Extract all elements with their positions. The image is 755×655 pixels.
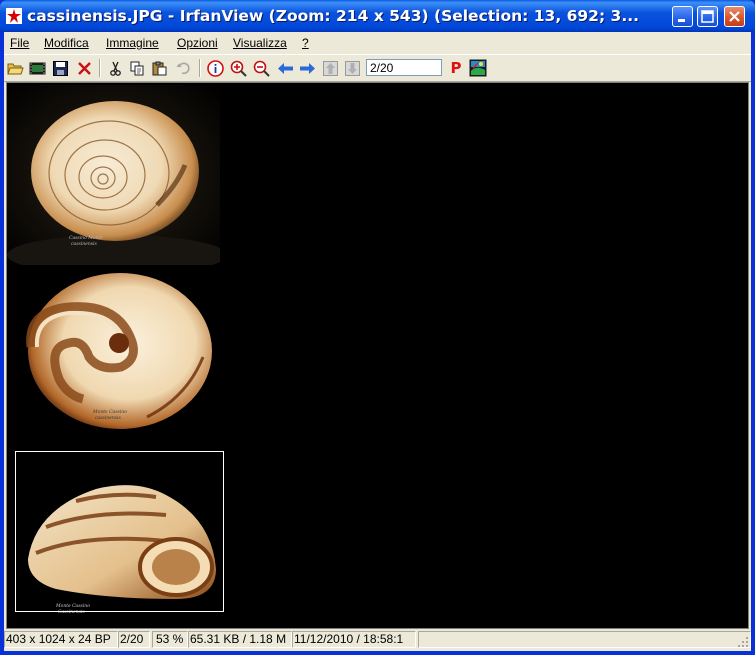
last-file-icon[interactable] — [343, 59, 361, 77]
file-index-field[interactable] — [366, 59, 442, 76]
copy-icon[interactable] — [128, 59, 146, 77]
menu-help[interactable]: ? — [302, 36, 309, 50]
image-viewport[interactable]: Cassino Monte cassinensis Monte Cassino — [6, 82, 749, 629]
status-bar: 403 x 1024 x 24 BP 2/20 53 % 65.31 KB / … — [4, 630, 751, 650]
cut-icon[interactable] — [106, 59, 124, 77]
next-arrow-icon[interactable] — [298, 59, 316, 77]
caption-middle-line1: Monte Cassino — [92, 409, 127, 415]
menu-help-label: ? — [302, 36, 309, 50]
caption-middle-line2: cassinensis — [95, 415, 121, 421]
close-button[interactable] — [724, 6, 745, 27]
status-zoom: 53 % — [152, 631, 188, 648]
menu-opzioni-label: Opzioni — [177, 36, 218, 50]
irfanview-window: cassinensis.JPG - IrfanView (Zoom: 214 x… — [0, 0, 755, 655]
menu-file-label: File — [10, 36, 30, 50]
menu-modifica-label: Modifica — [44, 36, 89, 50]
status-file-size: 65.31 KB / 1.18 M — [188, 631, 292, 648]
close-icon — [729, 11, 740, 22]
first-file-icon[interactable] — [321, 59, 339, 77]
print-icon[interactable]: P — [447, 59, 465, 77]
menu-visualizza-label: Visualizza — [233, 36, 287, 50]
menu-opzioni[interactable]: Opzioni — [177, 36, 218, 50]
menu-file[interactable]: File — [10, 36, 29, 50]
selection-rectangle[interactable] — [15, 451, 224, 612]
thumbnails-icon[interactable] — [28, 59, 46, 77]
irfanview-logo-icon[interactable] — [469, 59, 487, 77]
toolbar-separator — [199, 59, 201, 77]
minimize-button[interactable] — [672, 6, 693, 27]
paste-icon[interactable] — [150, 59, 168, 77]
caption-top-line2: cassinensis — [71, 241, 97, 247]
irfanview-app-icon[interactable] — [6, 8, 22, 24]
previous-arrow-icon[interactable] — [276, 59, 294, 77]
status-empty-panel — [418, 631, 751, 648]
zoom-in-icon[interactable] — [229, 59, 247, 77]
minimize-icon — [678, 19, 685, 22]
menu-bar: File Modifica Immagine Opzioni Visualizz… — [4, 32, 751, 52]
window-title: cassinensis.JPG - IrfanView (Zoom: 214 x… — [27, 7, 640, 25]
menu-modifica[interactable]: Modifica — [44, 36, 89, 50]
zoom-out-icon[interactable] — [252, 59, 270, 77]
shell-photo-top: Cassino Monte cassinensis — [7, 85, 220, 265]
maximize-icon — [701, 10, 714, 23]
undo-icon[interactable] — [174, 59, 192, 77]
info-icon[interactable] — [206, 59, 224, 77]
open-folder-icon[interactable] — [6, 59, 24, 77]
save-icon[interactable] — [51, 59, 69, 77]
title-bar[interactable]: cassinensis.JPG - IrfanView (Zoom: 214 x… — [0, 0, 755, 32]
status-dimensions: 403 x 1024 x 24 BP — [4, 631, 118, 648]
menu-immagine-label: Immagine — [106, 36, 159, 50]
toolbar-separator — [99, 59, 101, 77]
caption-top-line1: Cassino Monte — [69, 235, 103, 241]
menu-visualizza[interactable]: Visualizza — [233, 36, 287, 50]
client-area: File Modifica Immagine Opzioni Visualizz… — [4, 32, 751, 651]
resize-grip-icon[interactable] — [737, 636, 749, 648]
toolbar: P — [4, 54, 751, 82]
maximize-button[interactable] — [697, 6, 718, 27]
print-glyph: P — [450, 59, 462, 77]
shell-photo-bottom-view: Monte Cassino cassinensis — [7, 267, 220, 445]
status-index: 2/20 — [118, 631, 150, 648]
menu-immagine[interactable]: Immagine — [106, 36, 159, 50]
delete-icon[interactable] — [75, 59, 93, 77]
status-datetime: 11/12/2010 / 18:58:1 — [292, 631, 416, 648]
